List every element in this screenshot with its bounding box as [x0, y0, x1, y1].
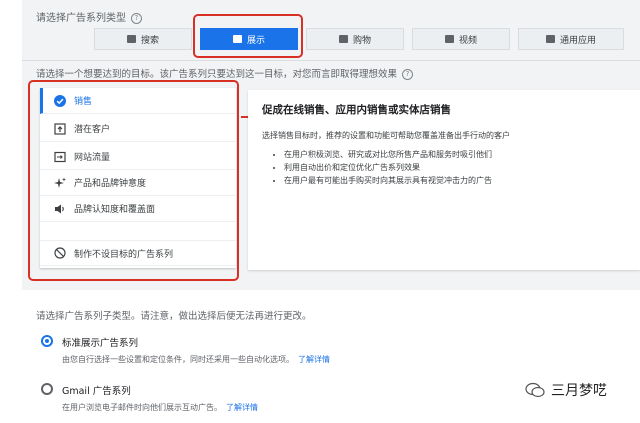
video-icon [444, 35, 454, 43]
help-icon[interactable]: ? [131, 13, 142, 24]
campaign-type-tabs: 搜索 展示 购物 视频 通用应用 [94, 28, 624, 52]
goal-detail-description: 选择销售目标时，推荐的设置和功能可帮助您覆盖准备出手行动的客户 [262, 131, 510, 140]
option-standard-display-desc: 由您自行选择一些设置和定位条件，同时还采用一些自动化选项。 了解详情 [62, 355, 330, 364]
wechat-icon [525, 382, 545, 398]
display-tab-highlight [193, 14, 303, 58]
option-gmail-label: Gmail 广告系列 [62, 386, 131, 397]
subtype-label: 请选择广告系列子类型。请注意，做出选择后便无法再进行更改。 [36, 311, 312, 322]
goal-detail-bullet: 在用户积极浏览、研究或对比您所售产品和服务时吸引他们 [284, 148, 492, 161]
app-icon [545, 35, 555, 43]
watermark-text: 三月梦呓 [551, 383, 607, 399]
shopping-icon [338, 35, 348, 43]
goal-detail-title: 促成在线销售、应用内销售或实体店销售 [262, 104, 451, 116]
campaign-type-label: 请选择广告系列类型? [36, 9, 142, 24]
option-gmail-desc: 在用户浏览电子邮件时向他们展示互动广告。 了解详情 [62, 403, 258, 412]
goal-detail-panel: 促成在线销售、应用内销售或实体店销售 选择销售目标时，推荐的设置和功能可帮助您覆… [248, 90, 640, 270]
goal-label: 请选择一个想要达到的目标。该广告系列只要达到这一目标，对您而言即取得理想效果? [36, 66, 414, 80]
radio-standard-display[interactable] [41, 335, 53, 347]
tab-universal-app[interactable]: 通用应用 [518, 28, 624, 50]
learn-more-link[interactable]: 了解详情 [226, 403, 258, 412]
subtype-section: 请选择广告系列子类型。请注意，做出选择后便无法再进行更改。 标准展示广告系列 由… [0, 290, 640, 423]
section-divider [22, 60, 640, 61]
watermark: 三月梦呓 [525, 380, 607, 400]
search-icon [126, 35, 136, 43]
tab-shopping[interactable]: 购物 [306, 28, 404, 50]
goal-detail-bullets: 在用户积极浏览、研究或对比您所售产品和服务时吸引他们 利用自动出价和定位优化广告… [284, 148, 492, 187]
tab-search[interactable]: 搜索 [94, 28, 192, 50]
tab-video[interactable]: 视频 [412, 28, 510, 50]
learn-more-link[interactable]: 了解详情 [298, 355, 330, 364]
help-icon[interactable]: ? [402, 69, 414, 80]
option-standard-display-label: 标准展示广告系列 [62, 338, 139, 349]
goal-detail-bullet: 在用户最有可能出手购买时向其展示具有视觉冲击力的广告 [284, 174, 492, 187]
goal-list-highlight [28, 80, 239, 281]
radio-gmail[interactable] [41, 383, 53, 395]
goal-detail-bullet: 利用自动出价和定位优化广告系列效果 [284, 161, 492, 174]
